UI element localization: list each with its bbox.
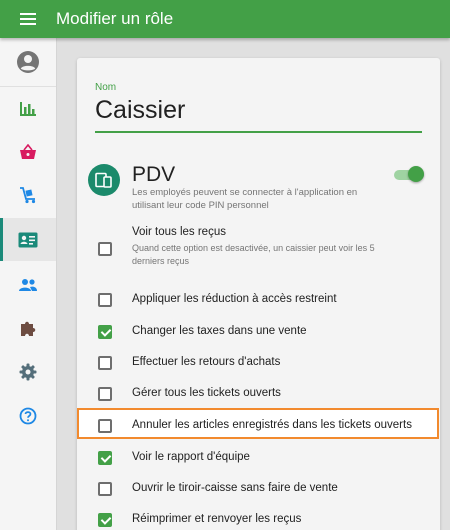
bar-chart-icon	[20, 101, 36, 116]
name-underline	[95, 131, 422, 133]
pdv-title: PDV	[132, 163, 176, 186]
permission-checkbox[interactable]	[98, 419, 112, 433]
sidebar-item-settings[interactable]	[0, 350, 56, 393]
sidebar-item-employees[interactable]	[0, 218, 56, 261]
account-circle-icon	[17, 51, 39, 73]
sidebar-item-inventory[interactable]	[0, 173, 56, 216]
pdv-toggle[interactable]	[394, 166, 424, 182]
pdv-icon-badge	[88, 164, 120, 196]
sidebar-item-integrations[interactable]	[0, 306, 56, 349]
permission-checkbox[interactable]	[98, 387, 112, 401]
permission-label: Annuler les articles enregistrés dans le…	[132, 419, 412, 431]
id-card-icon	[18, 232, 38, 247]
permission-label: Appliquer les réduction à accès restrein…	[132, 293, 337, 305]
name-label: Nom	[95, 82, 117, 93]
role-form: Nom Caissier PDV Les employés peuvent se…	[57, 38, 450, 530]
sidebar-item-items[interactable]	[0, 130, 56, 173]
permission-sublabel: Quand cette option est desactivée, un ca…	[132, 243, 375, 266]
avatar[interactable]	[0, 38, 56, 87]
devices-icon	[95, 172, 112, 188]
name-field[interactable]: Caissier	[95, 96, 185, 125]
permission-checkbox[interactable]	[98, 356, 112, 370]
menu-icon	[20, 13, 36, 25]
gear-icon	[19, 363, 37, 380]
permission-checkbox[interactable]	[98, 242, 112, 256]
toggle-thumb	[408, 166, 424, 182]
permission-label: Gérer tous les tickets ouverts	[132, 387, 281, 399]
permission-checkbox[interactable]	[98, 513, 112, 527]
permission-checkbox[interactable]	[98, 325, 112, 339]
permission-label: Effectuer les retours d'achats	[132, 356, 281, 368]
puzzle-icon	[21, 321, 36, 336]
pdv-description: Les employés peuvent se connecter à l'ap…	[132, 187, 358, 211]
sidebar-item-customers[interactable]	[0, 263, 56, 306]
permission-label: Changer les taxes dans une vente	[132, 325, 307, 337]
page-title: Modifier un rôle	[56, 9, 174, 28]
app-bar: Modifier un rôle	[0, 0, 450, 38]
sidebar-item-reports[interactable]	[0, 87, 56, 130]
basket-icon	[20, 143, 36, 159]
permission-label: Voir le rapport d'équipe	[132, 451, 250, 463]
sidebar	[0, 38, 57, 530]
sidebar-item-help[interactable]	[0, 394, 56, 437]
permission-label: Réimprimer et renvoyer les reçus	[132, 513, 302, 525]
help-icon	[19, 407, 37, 424]
people-icon	[19, 278, 37, 291]
permission-checkbox[interactable]	[98, 451, 112, 465]
permission-checkbox[interactable]	[98, 293, 112, 307]
cart-icon	[20, 186, 36, 203]
permission-label: Voir tous les reçus	[132, 226, 226, 238]
menu-button[interactable]	[0, 0, 56, 38]
permission-checkbox[interactable]	[98, 482, 112, 496]
permission-label: Ouvrir le tiroir-caisse sans faire de ve…	[132, 482, 338, 494]
